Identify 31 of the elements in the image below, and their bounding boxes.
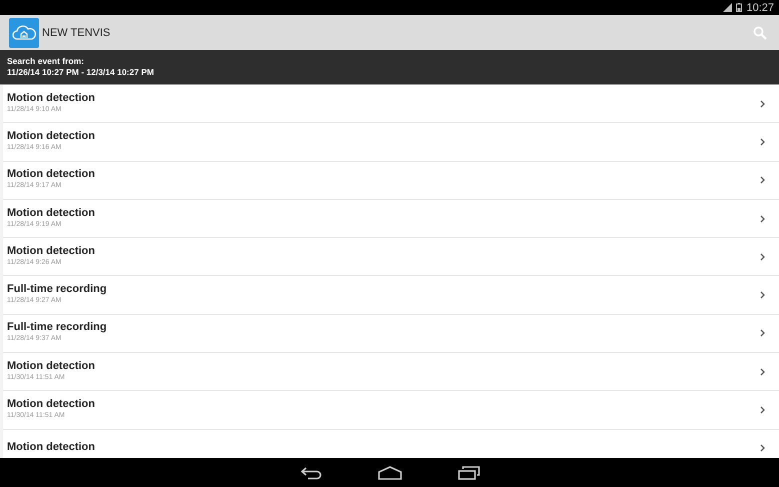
chevron-icon [760,329,765,338]
event-title: Motion detection [7,397,96,412]
chevron-icon [760,176,765,184]
chevron-icon [760,368,765,376]
chevron-icon [760,138,765,146]
event-title: Motion detection [7,206,96,220]
event-title: Full-time recording [7,320,108,334]
chevron-icon [760,291,765,300]
event-row[interactable]: Motion detection [3,430,779,458]
cloud-home-icon[interactable] [9,18,39,48]
battery-icon [736,3,742,12]
search-label: Search event from: [7,56,85,67]
event-title: Motion detection [7,90,96,105]
chevron-icon [760,214,765,223]
event-title: Motion detection [7,244,96,258]
signal-icon [723,3,732,12]
event-title: Motion detection [7,440,96,454]
event-title: Full-time recording [7,282,108,296]
chevron-icon [760,252,765,261]
date-range: 11/26/14 10:27 PM - 12/3/14 10:27 PM [7,67,155,78]
event-title: Motion detection [7,128,96,143]
chevron-icon [760,444,765,452]
chevron-icon [760,406,765,414]
recent-apps-icon[interactable] [458,466,480,480]
chevron-icon [760,100,765,108]
event-title: Motion detection [7,358,96,373]
home-icon[interactable] [378,466,402,480]
back-icon[interactable] [300,466,322,480]
event-title: Motion detection [7,167,96,182]
app-title: NEW TENVIS [42,26,112,38]
status-time: 10:27 [746,2,774,14]
